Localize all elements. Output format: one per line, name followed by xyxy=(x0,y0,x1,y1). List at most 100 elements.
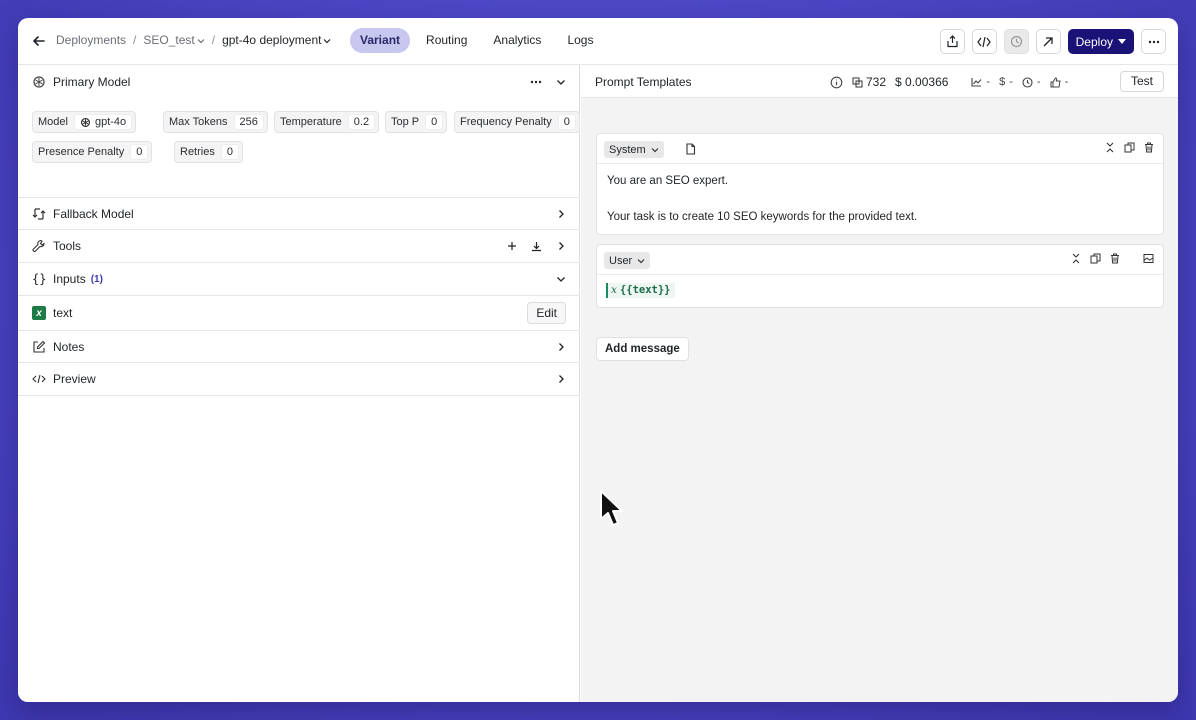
history-icon xyxy=(1010,35,1022,48)
chevron-down-icon[interactable] xyxy=(556,274,566,284)
breadcrumb-deployment[interactable]: gpt-4o deployment xyxy=(222,33,331,47)
edit-note-icon xyxy=(33,340,46,353)
copy-icon[interactable] xyxy=(1090,253,1101,264)
mouse-cursor-icon xyxy=(600,490,623,526)
param-value: 0 xyxy=(130,144,149,160)
param-value: gpt-4o xyxy=(94,116,127,128)
breadcrumb-project-label: SEO_test xyxy=(143,33,195,47)
param-label: Temperature xyxy=(280,116,342,128)
param-max-tokens[interactable]: Max Tokens 256 xyxy=(163,111,268,133)
inputs-count: (1) xyxy=(90,273,103,285)
notes-section[interactable]: Notes xyxy=(18,331,580,363)
feedback-metric[interactable]: - xyxy=(1050,76,1069,88)
fallback-model-section[interactable]: Fallback Model xyxy=(18,198,580,230)
add-message-button[interactable]: Add message xyxy=(596,337,689,361)
chevron-down-icon[interactable] xyxy=(556,77,566,87)
role-label: User xyxy=(609,254,633,267)
test-button[interactable]: Test xyxy=(1119,71,1164,92)
param-label: Retries xyxy=(180,146,215,158)
toolbar: Deploy xyxy=(939,29,1166,54)
time-metric[interactable]: - xyxy=(1022,76,1041,88)
edit-input-button[interactable]: Edit xyxy=(527,302,566,324)
more-options-button[interactable] xyxy=(1141,29,1166,54)
back-arrow-icon[interactable] xyxy=(31,33,47,49)
wrench-icon xyxy=(32,239,45,252)
user-message-body[interactable]: x {{text}} xyxy=(597,275,1163,307)
code-button[interactable] xyxy=(971,29,997,54)
system-message-body[interactable]: You are an SEO expert. Your task is to c… xyxy=(597,164,1163,234)
download-icon[interactable] xyxy=(531,241,542,252)
variable-icon: x xyxy=(611,284,617,296)
inputs-section[interactable]: {} Inputs (1) xyxy=(18,263,580,296)
info-icon[interactable] xyxy=(830,76,843,89)
metric-value: - xyxy=(986,76,991,88)
deploy-button[interactable]: Deploy xyxy=(1067,29,1134,54)
chevron-down-icon xyxy=(651,147,659,152)
inputs-title: Inputs xyxy=(53,272,86,286)
document-icon[interactable] xyxy=(685,143,696,155)
param-label: Frequency Penalty xyxy=(460,116,552,128)
token-count-value: 732 xyxy=(866,75,887,89)
param-retries[interactable]: Retries 0 xyxy=(174,141,243,163)
role-select-system[interactable]: System xyxy=(604,141,664,158)
image-icon[interactable] xyxy=(1143,253,1154,264)
param-value: 256 xyxy=(233,114,264,130)
top-bar: Deployments / SEO_test / gpt-4o deployme… xyxy=(18,18,1178,65)
chevron-right-icon[interactable] xyxy=(556,342,566,352)
input-name: text xyxy=(53,306,73,320)
plus-icon[interactable] xyxy=(507,241,517,251)
breadcrumb-separator: / xyxy=(211,33,216,47)
trash-icon[interactable] xyxy=(1144,142,1154,153)
share-button[interactable] xyxy=(939,29,965,54)
dollar-icon: $ xyxy=(999,76,1006,88)
param-model[interactable]: Model gpt-4o xyxy=(32,111,137,133)
tab-analytics[interactable]: Analytics xyxy=(483,28,551,53)
chevron-down-icon xyxy=(637,258,645,263)
message-card-user: User x {{text}} xyxy=(596,244,1164,308)
more-horizontal-icon[interactable] xyxy=(530,80,542,84)
input-item-text: x text Edit xyxy=(18,296,580,331)
cost-metric[interactable]: $ - xyxy=(999,76,1013,88)
tab-routing[interactable]: Routing xyxy=(416,28,477,53)
param-temperature[interactable]: Temperature 0.2 xyxy=(274,111,380,133)
open-external-button[interactable] xyxy=(1035,29,1061,54)
trash-icon[interactable] xyxy=(1110,253,1120,264)
param-value: 0.2 xyxy=(347,114,376,130)
tools-title: Tools xyxy=(53,239,82,253)
primary-model-section: Primary Model Model gpt-4o Max Tokens 25… xyxy=(18,65,580,198)
param-value: 0 xyxy=(557,114,576,130)
tools-section[interactable]: Tools xyxy=(18,230,580,263)
history-button[interactable] xyxy=(1003,29,1029,54)
cost-value: $ 0.00366 xyxy=(895,75,949,89)
param-label: Model xyxy=(38,116,68,128)
chevron-down-icon xyxy=(197,38,205,44)
chevron-right-icon[interactable] xyxy=(556,374,566,384)
copy-icon[interactable] xyxy=(1124,142,1135,153)
swap-icon xyxy=(32,207,46,220)
openai-logo-icon xyxy=(33,75,45,88)
tab-variant[interactable]: Variant xyxy=(350,28,411,53)
param-frequency-penalty[interactable]: Frequency Penalty 0 xyxy=(454,111,580,133)
collapse-icon[interactable] xyxy=(1105,142,1115,153)
deploy-label: Deploy xyxy=(1075,34,1113,49)
prompt-templates-title: Prompt Templates xyxy=(595,75,692,89)
arrow-up-right-icon xyxy=(1043,36,1053,46)
breadcrumb-deployments[interactable]: Deployments xyxy=(56,33,126,47)
right-pane: Prompt Templates 732 $ 0.00366 - $ - - - … xyxy=(581,65,1178,702)
left-pane: Primary Model Model gpt-4o Max Tokens 25… xyxy=(18,65,580,702)
role-select-user[interactable]: User xyxy=(604,252,651,269)
tab-logs[interactable]: Logs xyxy=(557,28,603,53)
param-top-p[interactable]: Top P 0 xyxy=(385,111,448,133)
breadcrumb-deployment-label: gpt-4o deployment xyxy=(222,33,322,47)
chevron-right-icon[interactable] xyxy=(556,209,566,219)
metric-value: - xyxy=(1064,76,1069,88)
param-label: Max Tokens xyxy=(169,116,228,128)
breadcrumb-project[interactable]: SEO_test xyxy=(143,33,205,47)
param-presence-penalty[interactable]: Presence Penalty 0 xyxy=(32,141,153,163)
variable-tag[interactable]: x {{text}} xyxy=(606,282,675,298)
preview-section[interactable]: Preview xyxy=(18,363,580,396)
collapse-icon[interactable] xyxy=(1071,253,1081,264)
chevron-right-icon[interactable] xyxy=(556,241,566,251)
latency-metric[interactable]: - xyxy=(971,76,990,88)
caret-down-icon xyxy=(1118,39,1126,44)
